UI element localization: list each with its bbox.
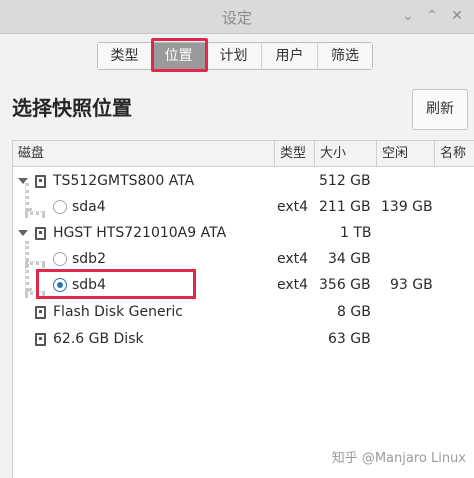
refresh-button[interactable]: 刷新 [412, 89, 468, 130]
disk-icon [35, 175, 46, 188]
column-header-free[interactable]: 空闲 [377, 141, 435, 167]
partition-type: ext4 [277, 277, 309, 293]
column-header-name[interactable]: 名称 [435, 141, 474, 167]
disk-name: Flash Disk Generic [53, 304, 183, 320]
column-header-size[interactable]: 大小 [315, 141, 377, 167]
watermark: 知乎 @Manjaro Linux [331, 451, 466, 466]
maximize-icon[interactable]: ⌃ [424, 6, 440, 26]
table-row[interactable]: sdb4 ext4 356 GB 93 GB [13, 272, 474, 298]
disk-size: 63 GB [328, 331, 371, 347]
partition-type: ext4 [277, 251, 309, 267]
disk-icon [35, 333, 46, 346]
partition-type: ext4 [277, 199, 309, 215]
partition-size: 356 GB [319, 277, 371, 293]
settings-window: 设定 ⌄ ⌃ ✕ 类型 位置 计划 用户 筛选 选择快照位置 刷新 磁盘 类型 … [0, 0, 474, 478]
table-row[interactable]: Flash Disk Generic 8 GB [13, 299, 474, 325]
disk-name: TS512GMTS800 ATA [53, 173, 195, 189]
partition-name: sda4 [72, 199, 106, 215]
disk-name: HGST HTS721010A9 ATA [53, 225, 227, 241]
partition-radio-selected[interactable] [53, 278, 67, 292]
minimize-icon[interactable]: ⌄ [400, 6, 416, 26]
partition-radio[interactable] [53, 200, 67, 214]
disk-name: 62.6 GB Disk [53, 331, 144, 347]
partition-size: 34 GB [328, 251, 371, 267]
disk-table: 磁盘 类型 大小 空闲 名称 TS512GMTS800 ATA 512 GB s… [12, 140, 474, 478]
tab-users[interactable]: 用户 [262, 43, 318, 69]
tab-schedule[interactable]: 计划 [206, 43, 262, 69]
expander-icon[interactable] [18, 178, 28, 184]
table-row[interactable]: sda4 ext4 211 GB 139 GB [13, 194, 474, 220]
disk-size: 8 GB [337, 304, 371, 320]
disk-size: 512 GB [319, 173, 371, 189]
expander-icon[interactable] [18, 230, 28, 236]
table-row[interactable]: sdb2 ext4 34 GB [13, 246, 474, 272]
partition-size: 211 GB [319, 199, 371, 215]
disk-size: 1 TB [340, 225, 372, 241]
tab-location[interactable]: 位置 [152, 43, 206, 69]
partition-free: 139 GB [381, 199, 433, 215]
disk-icon [35, 227, 46, 240]
column-header-disk[interactable]: 磁盘 [13, 141, 275, 167]
close-icon[interactable]: ✕ [449, 6, 465, 26]
table-row[interactable]: TS512GMTS800 ATA 512 GB [13, 168, 474, 194]
partition-name: sdb2 [72, 251, 106, 267]
disk-icon [35, 306, 46, 319]
tab-bar: 类型 位置 计划 用户 筛选 [97, 42, 373, 70]
table-row[interactable]: HGST HTS721010A9 ATA 1 TB [13, 220, 474, 246]
column-header-type[interactable]: 类型 [275, 141, 315, 167]
table-row[interactable]: 62.6 GB Disk 63 GB [13, 326, 474, 352]
tab-type[interactable]: 类型 [98, 43, 152, 69]
partition-radio[interactable] [53, 252, 67, 266]
tab-filters[interactable]: 筛选 [318, 43, 372, 69]
partition-name: sdb4 [72, 277, 106, 293]
partition-free: 93 GB [390, 277, 433, 293]
title-bar: 设定 ⌄ ⌃ ✕ [0, 0, 474, 34]
page-title: 选择快照位置 [12, 96, 132, 120]
table-header: 磁盘 类型 大小 空闲 名称 [13, 141, 474, 167]
